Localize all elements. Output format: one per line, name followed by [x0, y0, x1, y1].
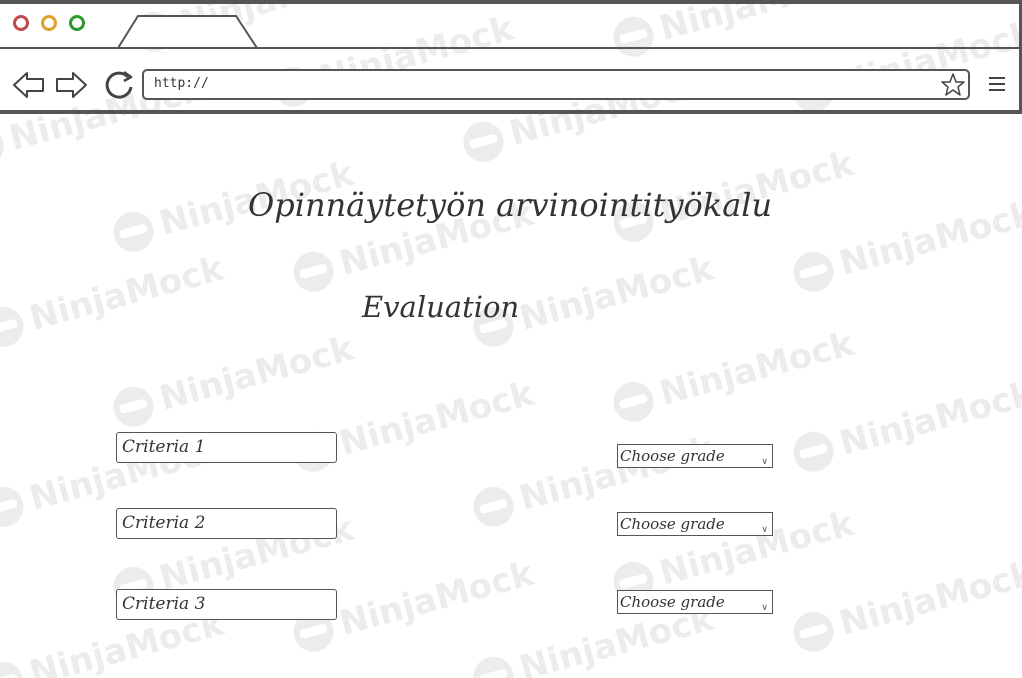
ninjamock-logo-icon	[789, 247, 839, 297]
reload-icon[interactable]	[102, 68, 136, 102]
watermark-text: NinjaMock	[25, 248, 228, 339]
window-close-button[interactable]	[13, 15, 29, 31]
watermark-text: NinjaMock	[335, 553, 538, 644]
ninjamock-logo-icon	[609, 377, 659, 427]
criteria-3-input[interactable]: Criteria 3	[116, 589, 337, 620]
watermark-text: NinjaMock	[835, 373, 1022, 464]
criteria-1-grade-select[interactable]: Choose grade ∨	[617, 444, 773, 468]
ninjamock-logo-icon	[789, 427, 839, 477]
browser-top-border	[0, 0, 1022, 4]
ninjamock-logo-icon	[0, 482, 29, 532]
ninjamock-logo-icon	[0, 657, 29, 678]
section-heading: Evaluation	[362, 290, 520, 324]
ninjamock-logo-icon	[0, 122, 9, 172]
ninjamock-logo-icon	[469, 482, 519, 532]
browser-toolbar-border	[0, 110, 1022, 114]
criteria-2-grade-select[interactable]: Choose grade ∨	[617, 512, 773, 536]
window-minimize-button[interactable]	[41, 15, 57, 31]
watermark-text: NinjaMock	[515, 428, 718, 519]
watermark-text: NinjaMock	[155, 328, 358, 419]
ninjamock-logo-icon	[609, 12, 659, 62]
ninjamock-logo-icon	[109, 382, 159, 432]
back-arrow-icon[interactable]	[12, 68, 46, 102]
criteria-2-input[interactable]: Criteria 2	[116, 508, 337, 539]
address-bar-text: http://	[154, 76, 209, 91]
watermark-text: NinjaMock	[835, 553, 1022, 644]
ninjamock-logo-icon	[289, 247, 339, 297]
address-bar[interactable]: http://	[142, 69, 970, 100]
ninjamock-logo-icon	[109, 207, 159, 257]
grade-select-value: Choose grade	[620, 593, 725, 611]
watermark: NinjaMock NinjaMock NinjaMock NinjaMock …	[0, 0, 1022, 678]
window-maximize-button[interactable]	[69, 15, 85, 31]
grade-select-value: Choose grade	[620, 447, 725, 465]
watermark-text: NinjaMock	[515, 248, 718, 339]
chevron-down-icon: ∨	[761, 603, 768, 613]
browser-tab[interactable]	[118, 15, 258, 48]
ninjamock-logo-icon	[459, 117, 509, 167]
star-icon[interactable]	[940, 72, 966, 98]
chevron-down-icon: ∨	[761, 457, 768, 467]
page: NinjaMock NinjaMock NinjaMock NinjaMock …	[0, 0, 1022, 678]
forward-arrow-icon[interactable]	[54, 68, 88, 102]
ninjamock-logo-icon	[0, 302, 29, 352]
tab-strip-divider	[0, 47, 1022, 49]
chevron-down-icon: ∨	[761, 525, 768, 535]
grade-select-value: Choose grade	[620, 515, 725, 533]
ninjamock-logo-icon	[789, 607, 839, 657]
hamburger-menu-icon[interactable]	[988, 76, 1006, 92]
watermark-text: NinjaMock	[655, 0, 858, 49]
watermark-text: NinjaMock	[335, 373, 538, 464]
watermark-text: NinjaMock	[835, 193, 1022, 284]
criteria-1-input[interactable]: Criteria 1	[116, 432, 337, 463]
ninjamock-logo-icon	[469, 652, 519, 678]
criteria-3-grade-select[interactable]: Choose grade ∨	[617, 590, 773, 614]
watermark-text: NinjaMock	[655, 323, 858, 414]
page-title: Opinnäytetyön arvinointityökalu	[248, 186, 773, 224]
